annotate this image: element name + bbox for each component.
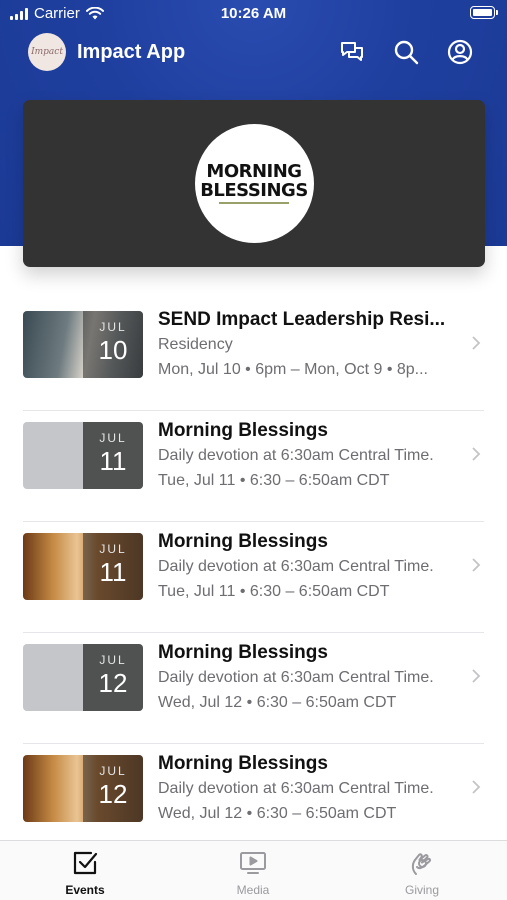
featured-underline [219, 202, 289, 205]
app-title: Impact App [77, 41, 186, 63]
event-time: Mon, Jul 10 • 6pm – Mon, Oct 9 • 8p... [158, 361, 428, 378]
tab-media[interactable]: Media [203, 849, 303, 897]
event-subtitle: Daily devotion at 6:30am Central Time. [158, 669, 434, 686]
app-logo-text: Impact [31, 47, 63, 57]
date-month: JUL [99, 653, 127, 667]
event-title: SEND Impact Leadership Resi... [158, 309, 446, 330]
checkbox-icon [73, 851, 98, 875]
event-subtitle: Residency [158, 336, 233, 353]
event-row[interactable]: JUL 11 Morning Blessings Daily devotion … [0, 522, 507, 633]
date-month: JUL [99, 320, 127, 334]
event-thumbnail: JUL 10 [23, 311, 143, 378]
tab-label: Media [236, 883, 270, 897]
battery-icon [470, 6, 498, 19]
date-month: JUL [99, 431, 127, 445]
date-day: 12 [98, 779, 128, 809]
status-time: 10:26 AM [220, 5, 287, 22]
event-thumbnail: JUL 11 [23, 533, 143, 600]
chevron-right-icon [471, 558, 481, 572]
date-day: 11 [99, 557, 127, 587]
event-time: Wed, Jul 12 • 6:30 – 6:50am CDT [158, 694, 397, 711]
status-bar: Carrier 10:26 AM [0, 0, 507, 28]
chevron-right-icon [471, 669, 481, 683]
event-thumbnail: JUL 12 [23, 644, 143, 711]
date-badge: JUL 11 [83, 533, 143, 600]
event-row[interactable]: JUL 12 Morning Blessings Daily devotion … [0, 633, 507, 744]
event-title: Morning Blessings [158, 753, 328, 774]
event-title: Morning Blessings [158, 642, 328, 663]
date-month: JUL [99, 542, 127, 556]
search-icon[interactable] [392, 38, 420, 66]
chat-icon[interactable] [338, 38, 366, 66]
tab-events[interactable]: Events [35, 849, 135, 897]
date-month: JUL [99, 764, 127, 778]
date-day: 12 [98, 668, 128, 698]
chevron-right-icon [471, 780, 481, 794]
event-time: Tue, Jul 11 • 6:30 – 6:50am CDT [158, 472, 390, 489]
event-subtitle: Daily devotion at 6:30am Central Time. [158, 558, 434, 575]
event-thumbnail: JUL 11 [23, 422, 143, 489]
featured-line1: MORNING [206, 160, 302, 182]
app-header: Impact Impact App [0, 28, 507, 78]
tab-label: Giving [404, 883, 439, 897]
event-subtitle: Daily devotion at 6:30am Central Time. [158, 780, 434, 797]
event-thumbnail: JUL 12 [23, 755, 143, 822]
event-row[interactable]: JUL 10 SEND Impact Leadership Resi... Re… [0, 300, 507, 411]
app-logo[interactable]: Impact [28, 33, 66, 71]
featured-logo: MORNING BLESSINGS [194, 124, 314, 243]
date-badge: JUL 10 [83, 311, 143, 378]
chevron-right-icon [471, 336, 481, 350]
date-day: 11 [99, 446, 127, 476]
tab-giving[interactable]: Giving [372, 849, 472, 897]
play-screen-icon [240, 852, 266, 874]
featured-banner[interactable]: MORNING BLESSINGS [23, 100, 485, 267]
event-title: Morning Blessings [158, 420, 328, 441]
date-badge: JUL 11 [83, 422, 143, 489]
tab-bar: Events Media Giving [0, 840, 507, 900]
tab-label: Events [65, 883, 105, 897]
giving-hand-icon [411, 853, 432, 875]
chevron-right-icon [471, 447, 481, 461]
date-badge: JUL 12 [83, 644, 143, 711]
date-day: 10 [98, 335, 128, 365]
date-badge: JUL 12 [83, 755, 143, 822]
event-time: Tue, Jul 11 • 6:30 – 6:50am CDT [158, 583, 390, 600]
event-time: Wed, Jul 12 • 6:30 – 6:50am CDT [158, 805, 397, 822]
featured-line2: BLESSINGS [200, 179, 308, 201]
event-subtitle: Daily devotion at 6:30am Central Time. [158, 447, 434, 464]
profile-icon[interactable] [446, 38, 474, 66]
event-row[interactable]: JUL 11 Morning Blessings Daily devotion … [0, 411, 507, 522]
event-title: Morning Blessings [158, 531, 328, 552]
event-row[interactable]: JUL 12 Morning Blessings Daily devotion … [0, 744, 507, 855]
